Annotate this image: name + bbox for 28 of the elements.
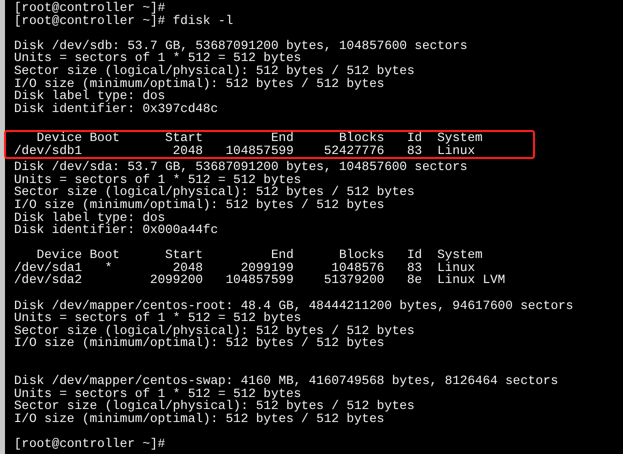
output-line: Disk /dev/sdb: 53.7 GB, 53687091200 bytes, 104857600 sectors <box>13 40 468 52</box>
output-line: I/O size (minimum/optimal): 512 bytes / 512 bytes <box>13 78 384 90</box>
prompt-line: [root@controller ~]# fdisk -l <box>13 14 234 28</box>
output-line: Sector size (logical/physical): 512 bytes / 512 bytes <box>13 400 415 413</box>
output-line: Device Boot Start End Blocks Id System <box>36 249 483 262</box>
prompt-line: [root@controller ~]# <box>13 2 166 15</box>
output-line: /dev/sda2 2099200 104857599 51379200 8e Linux LVM <box>13 274 506 288</box>
output-line: Disk label type: dos <box>13 212 166 224</box>
output-line: Sector size (logical/physical): 512 bytes / 512 bytes <box>13 324 415 338</box>
output-line: I/O size (minimum/optimal): 512 bytes / 512 bytes <box>13 413 384 426</box>
output-line: Device Boot Start End Blocks Id System <box>36 132 483 145</box>
output-line: Sector size (logical/physical): 512 bytes / 512 bytes <box>13 64 415 78</box>
output-line: Units = sectors of 1 * 512 = 512 bytes <box>13 174 302 186</box>
output-line: Disk /dev/mapper/centos-root: 48.4 GB, 48444211200 bytes, 94617600 sectors <box>13 300 574 312</box>
output-line: Disk identifier: 0x397cd48c <box>13 102 218 116</box>
output-line: Disk /dev/sda: 53.7 GB, 53687091200 bytes, 104857600 sectors <box>13 161 468 174</box>
output-line: I/O size (minimum/optimal): 512 bytes / 512 bytes <box>13 198 384 212</box>
output-line: Units = sectors of 1 * 512 = 512 bytes <box>13 312 302 325</box>
output-line: /dev/sdb1 2048 104857599 52427776 83 Linux <box>13 144 476 158</box>
output-line: Disk identifier: 0x000a44fc <box>13 224 218 237</box>
output-line: Disk label type: dos <box>13 90 166 103</box>
output-line: Sector size (logical/physical): 512 bytes / 512 bytes <box>13 186 415 199</box>
output-line: I/O size (minimum/optimal): 512 bytes / 512 bytes <box>13 337 384 350</box>
output-line: /dev/sda1 * 2048 2099199 1048576 83 Linux <box>13 262 476 274</box>
output-line: Units = sectors of 1 * 512 = 512 bytes <box>13 388 302 400</box>
output-line: Disk /dev/mapper/centos-swap: 4160 MB, 4160749568 bytes, 8126464 sectors <box>13 375 558 388</box>
output-line: Units = sectors of 1 * 512 = 512 bytes <box>13 52 302 65</box>
prompt-line: [root@controller ~]# <box>13 438 166 451</box>
